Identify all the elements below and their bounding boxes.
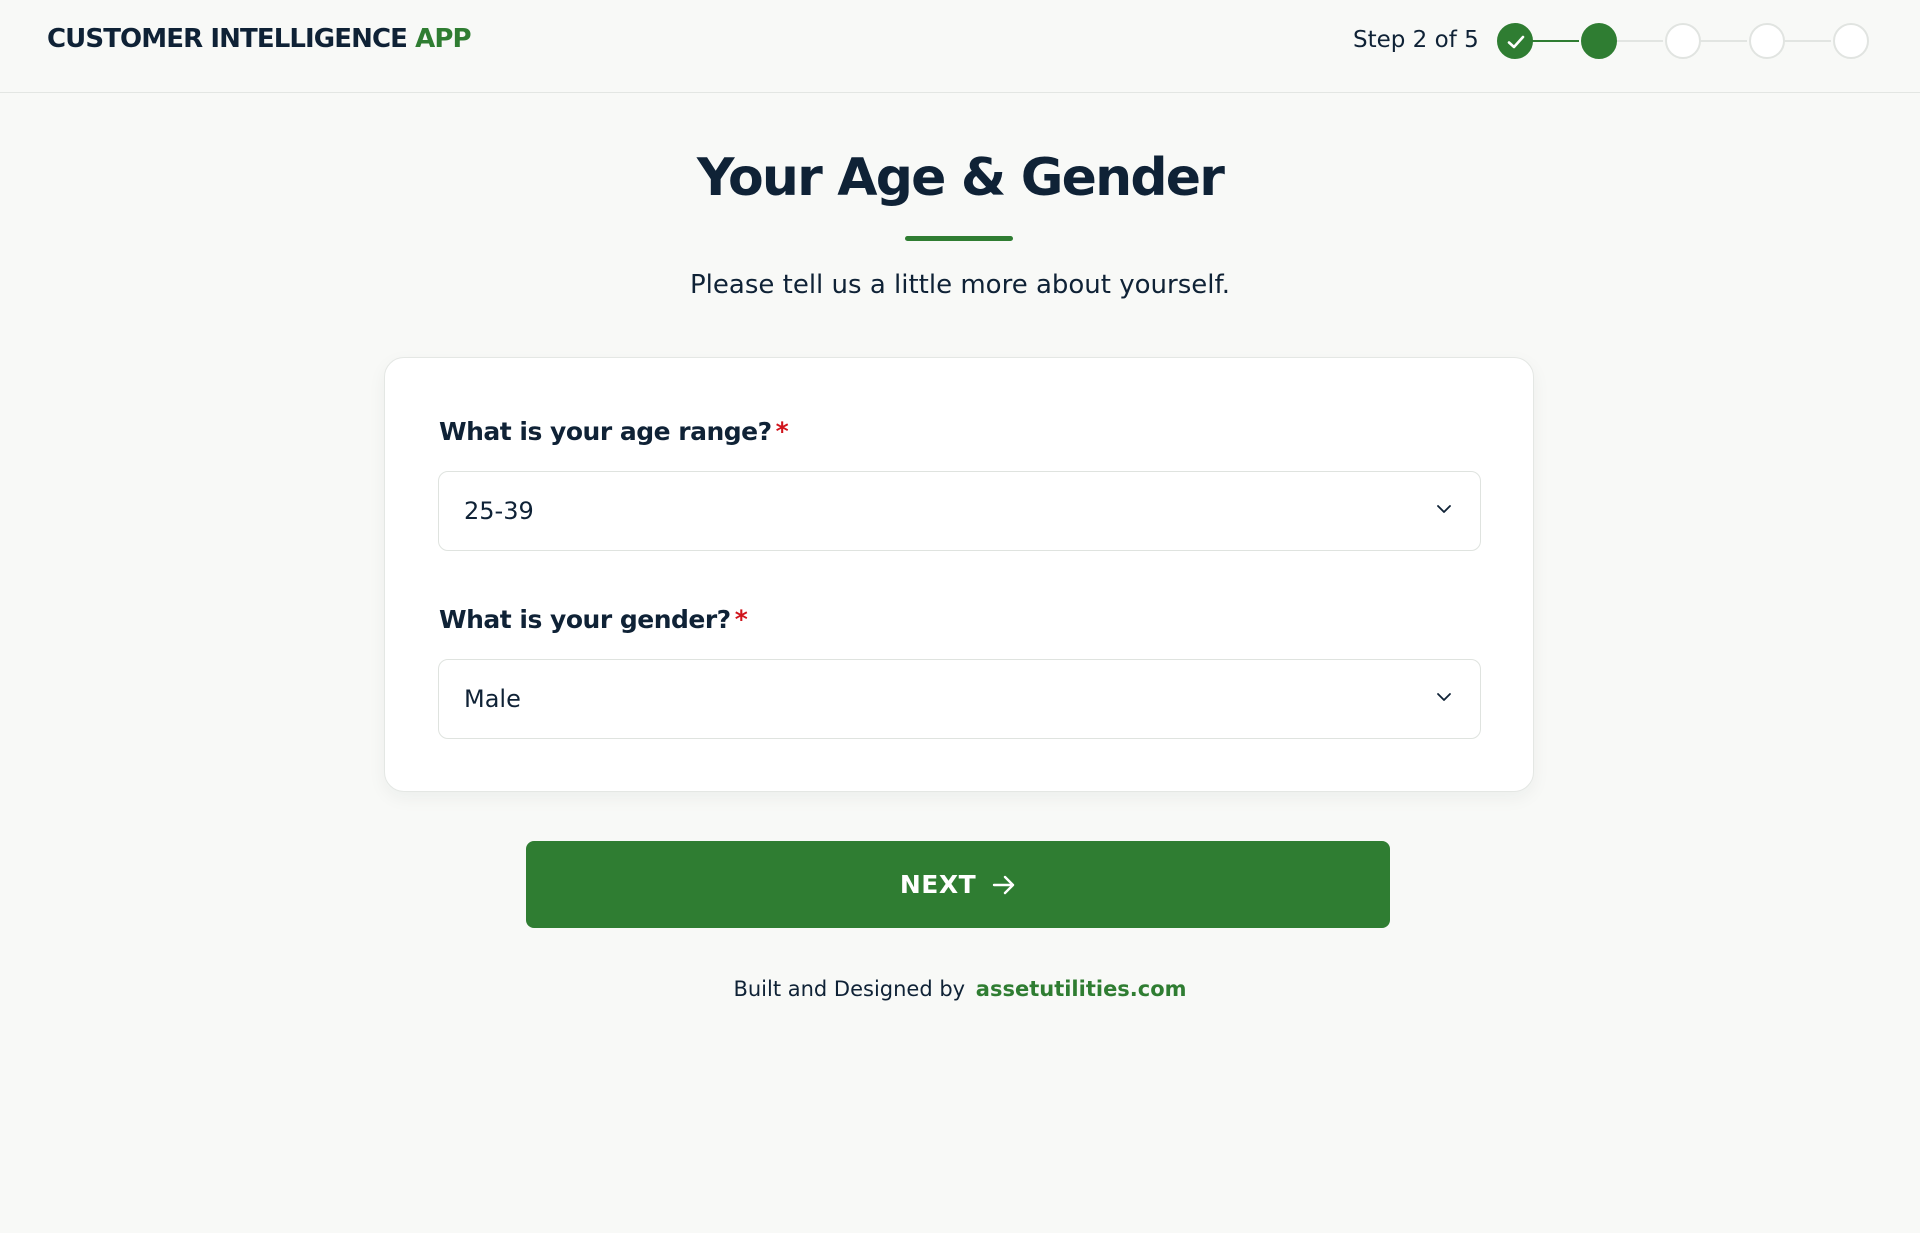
- chevron-down-icon: [1437, 693, 1451, 701]
- chevron-down-icon: [1437, 505, 1451, 513]
- gender-select[interactable]: Male: [438, 659, 1481, 739]
- app-logo[interactable]: CUSTOMER INTELLIGENCE APP: [47, 24, 472, 54]
- next-button[interactable]: NEXT: [526, 841, 1390, 928]
- next-button-label: NEXT: [899, 870, 977, 899]
- brand-accent: APP: [415, 24, 471, 54]
- stepper-step-4: [1749, 23, 1785, 59]
- next-button-content: NEXT: [526, 841, 1390, 928]
- progress-stepper: [1497, 23, 1870, 59]
- title-underline: [905, 236, 1013, 241]
- stepper-connector-1: [1531, 40, 1579, 42]
- step-counter: Step 2 of 5: [1353, 27, 1479, 53]
- arrow-right-icon: [992, 875, 1015, 894]
- footer-text: Built and Designed by: [733, 977, 966, 1001]
- check-icon: [1507, 35, 1525, 49]
- age-range-label-text: What is your age range?: [439, 417, 772, 446]
- gender-selected-value: Male: [464, 685, 521, 713]
- age-range-selected-value: 25-39: [464, 497, 534, 525]
- stepper-step-3: [1665, 23, 1701, 59]
- footer-credit: Built and Designed by assetutilities.com: [0, 977, 1920, 1001]
- page-title: Your Age & Gender: [696, 148, 1225, 208]
- stepper-step-1-completed: [1497, 23, 1533, 59]
- stepper-connector-2: [1615, 40, 1663, 42]
- stepper-connector-4: [1783, 40, 1831, 42]
- required-asterisk: *: [775, 417, 789, 446]
- footer-link[interactable]: assetutilities.com: [976, 977, 1187, 1001]
- gender-label: What is your gender? *: [439, 605, 748, 634]
- age-range-label: What is your age range? *: [439, 417, 789, 446]
- page-subtitle: Please tell us a little more about yours…: [690, 270, 1230, 300]
- age-range-select[interactable]: 25-39: [438, 471, 1481, 551]
- required-asterisk: *: [734, 605, 748, 634]
- stepper-step-2-current: [1581, 23, 1617, 59]
- form-card: What is your age range? * 25-39 What is y…: [384, 357, 1534, 792]
- brand-name: CUSTOMER INTELLIGENCE: [47, 24, 408, 54]
- stepper-step-5: [1833, 23, 1869, 59]
- stepper-connector-3: [1699, 40, 1747, 42]
- app-header: CUSTOMER INTELLIGENCE APP Step 2 of 5: [0, 0, 1920, 93]
- gender-label-text: What is your gender?: [439, 605, 731, 634]
